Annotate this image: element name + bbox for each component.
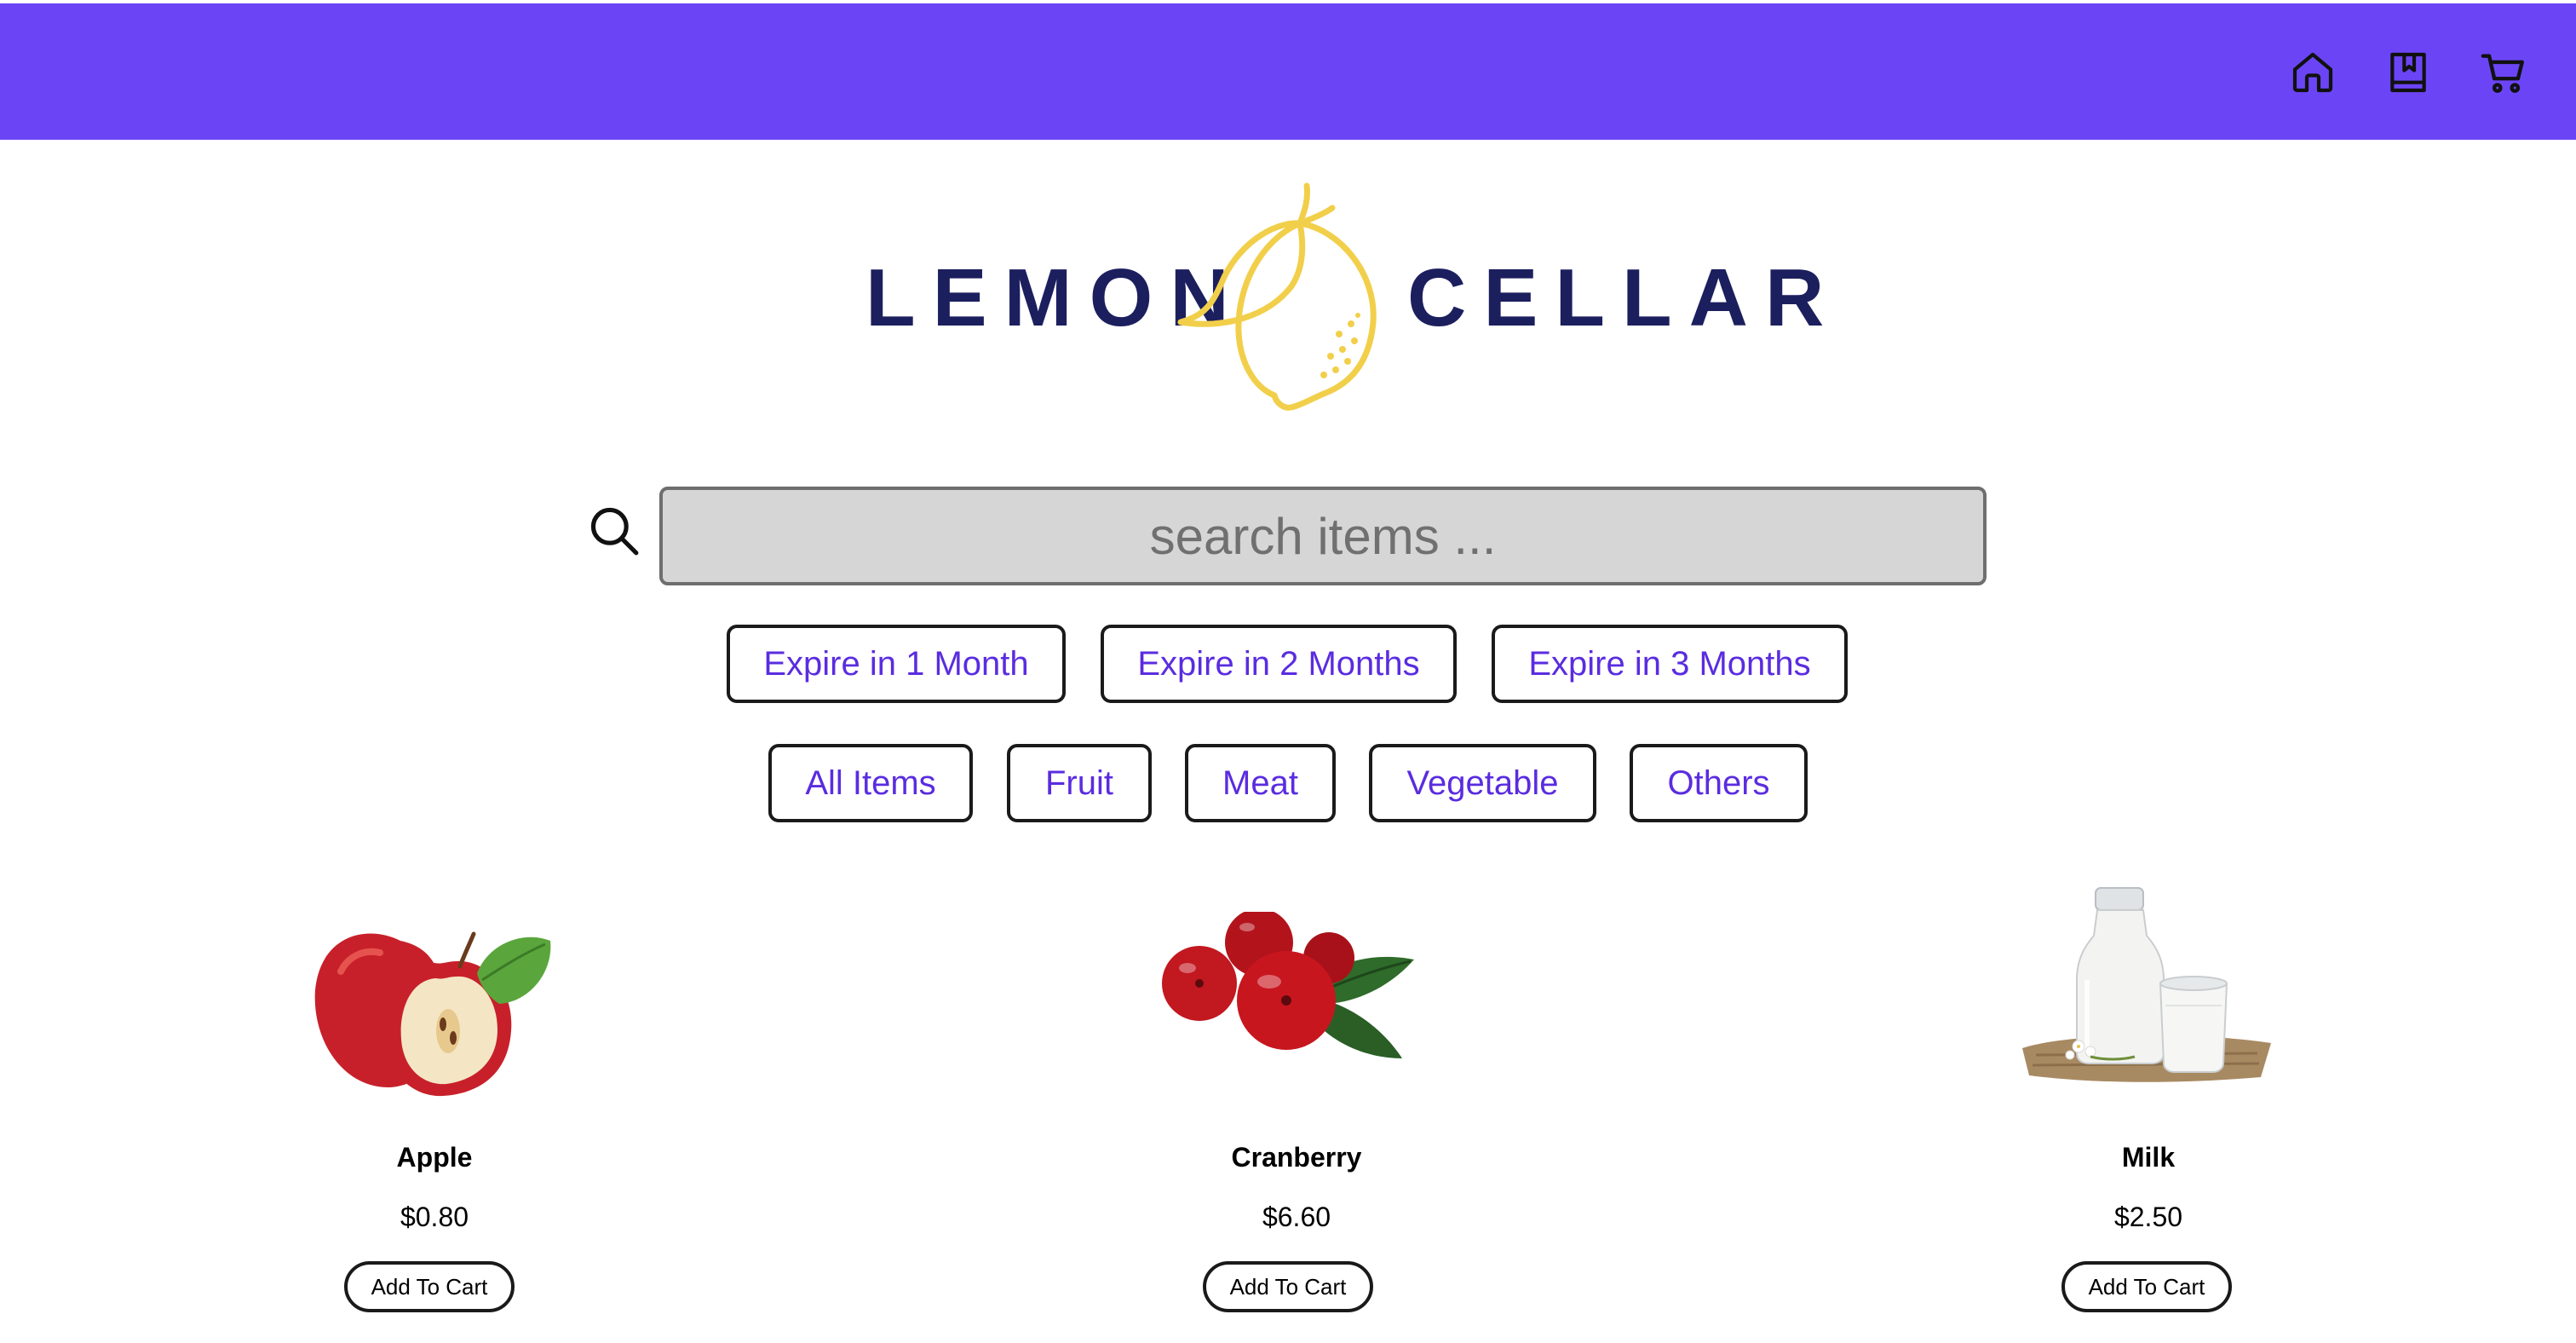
page: LEMON CELLAR search items ... Expire in …	[0, 0, 2576, 1343]
product-price: $0.80	[400, 1202, 469, 1232]
search-input[interactable]	[659, 487, 1987, 585]
filter-vegetable[interactable]: Vegetable	[1369, 744, 1596, 822]
filter-expire-3-months[interactable]: Expire in 3 Months	[1492, 625, 1848, 703]
top-nav-bar	[0, 3, 2576, 140]
brand-word-right: CELLAR	[1407, 252, 1842, 343]
product-name: Milk	[2121, 1142, 2176, 1173]
filter-expire-2-months[interactable]: Expire in 2 Months	[1101, 625, 1457, 703]
milk-image[interactable]	[2019, 886, 2274, 1082]
filter-others[interactable]: Others	[1630, 744, 1808, 822]
shopping-cart-icon[interactable]	[2477, 43, 2530, 102]
filter-fruit[interactable]: Fruit	[1007, 744, 1152, 822]
apple-image[interactable]	[307, 912, 562, 1099]
product-name: Cranberry	[1231, 1142, 1362, 1173]
product-price: $2.50	[2113, 1202, 2183, 1232]
filter-meat[interactable]: Meat	[1185, 744, 1336, 822]
cranberry-image[interactable]	[1159, 912, 1414, 1065]
bookmark-book-icon[interactable]	[2382, 43, 2435, 102]
filter-expire-1-month[interactable]: Expire in 1 Month	[727, 625, 1066, 703]
add-to-cart-button[interactable]: Add To Cart	[2061, 1261, 2232, 1312]
search-icon[interactable]	[588, 504, 641, 557]
product-price: $6.60	[1262, 1202, 1331, 1232]
home-icon[interactable]	[2286, 43, 2339, 102]
product-name: Apple	[396, 1142, 473, 1173]
filter-all-items[interactable]: All Items	[768, 744, 973, 822]
add-to-cart-button[interactable]: Add To Cart	[344, 1261, 515, 1312]
add-to-cart-button[interactable]: Add To Cart	[1203, 1261, 1373, 1312]
lemon-icon	[1177, 182, 1377, 411]
